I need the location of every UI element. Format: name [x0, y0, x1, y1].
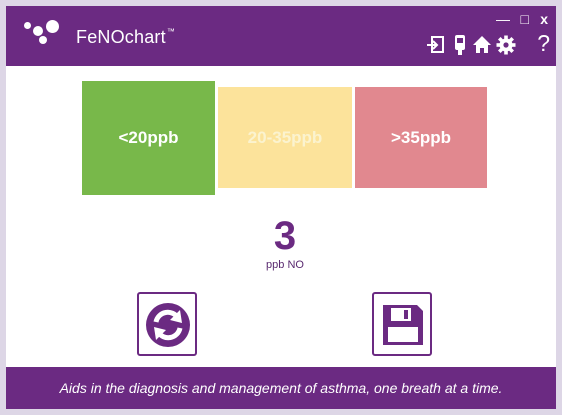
refresh-button[interactable] [137, 292, 197, 356]
footer-tagline: Aids in the diagnosis and management of … [6, 367, 556, 409]
range-label-low: <20ppb [118, 128, 179, 147]
home-icon[interactable] [472, 34, 492, 56]
settings-icon[interactable] [496, 34, 516, 56]
range-label-high: >35ppb [391, 127, 451, 147]
save-icon [383, 305, 423, 345]
title-bar: FeNOchart™ — □ x ? [6, 6, 556, 66]
minimize-button[interactable]: — [496, 12, 510, 26]
help-icon[interactable]: ? [537, 31, 550, 55]
maximize-button[interactable]: □ [521, 12, 529, 26]
range-band-high[interactable]: >35ppb [355, 87, 487, 188]
range-band-low[interactable]: <20ppb [82, 81, 215, 195]
app-title-text: FeNOchart [76, 27, 166, 47]
exit-icon[interactable] [426, 34, 446, 56]
range-band-medium[interactable]: 20-35ppb [218, 87, 352, 188]
save-button[interactable] [372, 292, 432, 356]
reading-unit: ppb NO [266, 259, 304, 271]
refresh-icon [146, 303, 190, 347]
reading-value: 3 [273, 214, 297, 258]
close-button[interactable]: x [540, 12, 548, 26]
range-label-medium: 20-35ppb [247, 127, 323, 147]
app-title: FeNOchart™ [76, 27, 175, 48]
app-window: FeNOchart™ — □ x ? <20ppb 20-35ppb >35pp… [6, 6, 556, 409]
app-logo [24, 20, 70, 50]
device-icon[interactable] [450, 34, 470, 56]
trademark-mark: ™ [166, 27, 176, 36]
